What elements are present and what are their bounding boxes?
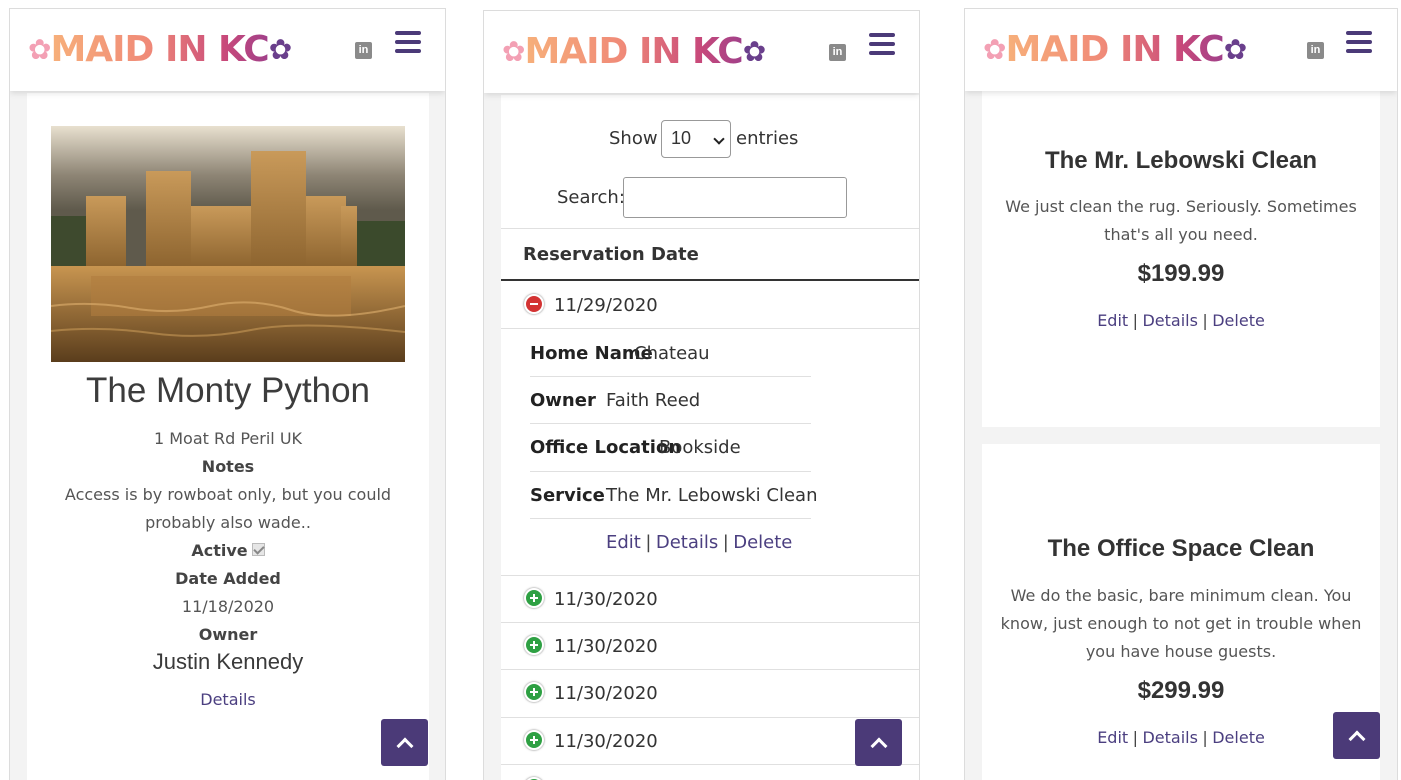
service-description-line1: We do the basic, bare minimum clean. You	[1010, 586, 1352, 605]
entries-select[interactable]: 10	[661, 120, 731, 158]
expand-row-icon[interactable]	[524, 635, 544, 655]
delete-link[interactable]: Delete	[1212, 728, 1265, 747]
service-title: The Office Space Clean	[1047, 535, 1315, 562]
hamburger-menu-icon[interactable]	[395, 31, 421, 53]
reservation-date[interactable]: 11/30/2020	[554, 636, 658, 657]
notes-label: Notes	[201, 457, 255, 476]
search-input[interactable]	[623, 177, 847, 218]
flower-icon: ✿	[983, 33, 1006, 66]
linkedin-icon[interactable]: in	[829, 44, 846, 61]
expand-row-icon[interactable]	[524, 730, 544, 750]
search-label: Search:	[557, 187, 625, 208]
date-added-value: 11/18/2020	[181, 597, 275, 616]
date-added-label: Date Added	[175, 569, 281, 588]
phone-reservations: ✿ MAID IN KC ✿ in Show entries Search: Res…	[483, 10, 920, 780]
phone-home-details: ✿ MAID IN KC ✿ in The Monty Python 1 Moa…	[9, 8, 446, 780]
notes-text-line2: probably also wade..	[145, 513, 311, 532]
linkedin-icon[interactable]: in	[1307, 42, 1324, 59]
notes-text-line1: Access is by rowboat only, but you could	[64, 485, 392, 504]
service-description-line1: We just clean the rug. Seriously. Someti…	[1005, 197, 1357, 216]
row-actions: Edit | Details | Delete	[606, 532, 793, 553]
home-name-value: Chateau	[634, 343, 710, 364]
entries-label: entries	[736, 128, 799, 149]
service-description-line2: know, just enough to not get in trouble …	[1000, 614, 1362, 633]
home-title: The Monty Python	[85, 371, 371, 410]
scroll-top-button[interactable]	[855, 719, 902, 766]
service-actions: Edit | Details | Delete	[1097, 728, 1265, 747]
scroll-top-button[interactable]	[381, 719, 428, 766]
chevron-up-icon	[396, 737, 413, 754]
hamburger-menu-icon[interactable]	[1346, 31, 1372, 53]
show-label: Show	[609, 128, 658, 149]
reservation-date[interactable]: 11/30/2020	[554, 731, 658, 752]
linkedin-icon[interactable]: in	[355, 42, 372, 59]
flower-icon: ✿	[1223, 33, 1247, 66]
service-actions: Edit | Details | Delete	[1097, 311, 1265, 330]
service-card: The Mr. Lebowski Clean We just clean the…	[982, 89, 1380, 427]
owner-value: Faith Reed	[606, 390, 701, 411]
service-value: The Mr. Lebowski Clean	[606, 485, 818, 506]
chevron-down-icon	[713, 133, 725, 145]
details-link[interactable]: Details	[200, 690, 255, 709]
edit-link[interactable]: Edit	[1097, 311, 1128, 330]
owner-label: Owner	[530, 390, 596, 411]
reservation-date[interactable]: 11/30/2020	[554, 589, 658, 610]
collapse-row-icon[interactable]	[524, 294, 544, 314]
brand-logo[interactable]: ✿ MAID IN KC ✿	[502, 31, 766, 72]
owner-name: Justin Kennedy	[152, 649, 304, 674]
owner-label: Owner	[198, 625, 258, 644]
details-link[interactable]: Details	[656, 532, 718, 553]
edit-link[interactable]: Edit	[1097, 728, 1128, 747]
reservation-date[interactable]: 11/30/2020	[554, 683, 658, 704]
reservation-date[interactable]: 11/29/2020	[554, 295, 658, 316]
service-price: $199.99	[1137, 260, 1225, 287]
home-address: 1 Moat Rd Peril UK	[153, 429, 303, 448]
flower-icon: ✿	[742, 35, 766, 68]
scroll-top-button[interactable]	[1333, 712, 1380, 759]
navbar: ✿ MAID IN KC ✿ in	[965, 9, 1397, 91]
home-photo	[51, 126, 405, 362]
home-card: The Monty Python 1 Moat Rd Peril UK Note…	[27, 93, 429, 780]
phone-services: ✿ MAID IN KC ✿ in The Mr. Lebowski Clean W…	[964, 8, 1398, 780]
details-link[interactable]: Details	[1142, 728, 1197, 747]
service-label: Service	[530, 485, 605, 506]
delete-link[interactable]: Delete	[733, 532, 792, 553]
service-description-line3: you have house guests.	[1085, 642, 1277, 661]
flower-icon: ✿	[268, 33, 292, 66]
active-row: Active	[27, 541, 429, 560]
brand-logo[interactable]: ✿ MAID IN KC ✿	[28, 29, 292, 70]
service-price: $299.99	[1137, 677, 1225, 704]
hamburger-menu-icon[interactable]	[869, 33, 895, 55]
delete-link[interactable]: Delete	[1212, 311, 1265, 330]
flower-icon: ✿	[28, 33, 51, 66]
chevron-up-icon	[870, 737, 887, 754]
details-link[interactable]: Details	[1142, 311, 1197, 330]
active-checkbox	[251, 543, 265, 556]
expand-row-icon[interactable]	[524, 682, 544, 702]
service-card: The Office Space Clean We do the basic, …	[982, 444, 1380, 780]
brand-logo[interactable]: ✿ MAID IN KC ✿	[983, 29, 1247, 70]
chevron-up-icon	[1348, 730, 1365, 747]
service-description-line2: that's all you need.	[1104, 225, 1258, 244]
expand-row-icon[interactable]	[524, 588, 544, 608]
edit-link[interactable]: Edit	[606, 532, 641, 553]
office-location-value: Bookside	[659, 437, 741, 458]
navbar: ✿ MAID IN KC ✿ in	[484, 11, 919, 93]
navbar: ✿ MAID IN KC ✿ in	[10, 9, 445, 91]
active-label: Active	[191, 541, 248, 560]
service-title: The Mr. Lebowski Clean	[1044, 147, 1318, 174]
flower-icon: ✿	[502, 35, 525, 68]
column-header-reservation-date[interactable]: Reservation Date	[523, 244, 699, 265]
